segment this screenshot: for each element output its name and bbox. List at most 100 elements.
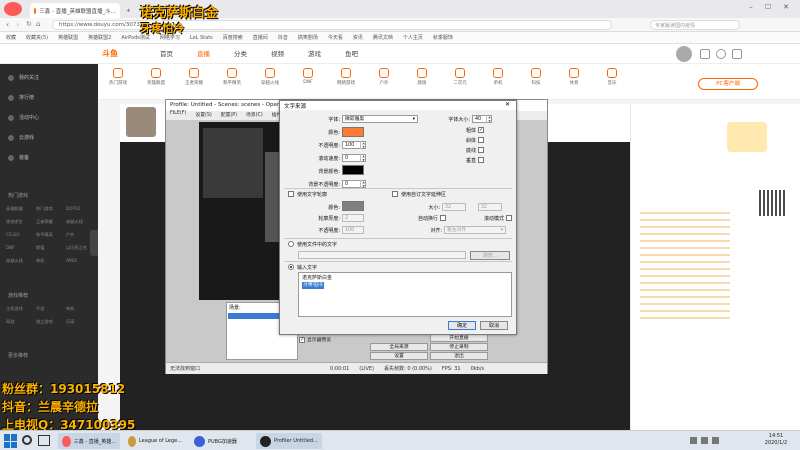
sidebar-game[interactable]: CS:GO	[6, 232, 36, 238]
font-select[interactable]: 微软雅黑 ▾	[342, 115, 418, 123]
sidebar-game[interactable]: 穿越火线	[6, 258, 36, 264]
text-color-swatch[interactable]	[342, 127, 364, 137]
category-item[interactable]: 音乐	[602, 68, 622, 99]
download-icon[interactable]	[700, 49, 710, 59]
bold-checkbox[interactable]: ✓	[478, 127, 484, 133]
bookmark[interactable]: LoL Stats	[190, 35, 213, 41]
ime-icon[interactable]	[712, 437, 719, 444]
sidebar-game[interactable]: 独立游戏	[36, 319, 66, 325]
text-input-area[interactable]: 诺克萨斯白金 牙疼怕冷	[298, 272, 512, 317]
preview-checkbox[interactable]: ✓	[299, 336, 305, 343]
browser-tab-active[interactable]: 三鑫 - 直播_英雄联盟直播_斗...	[30, 3, 120, 18]
category-item[interactable]: 英雄联盟	[146, 68, 166, 99]
streamer-avatar[interactable]	[126, 107, 156, 137]
message-icon[interactable]	[732, 49, 742, 59]
nav-game[interactable]: 游戏	[308, 48, 321, 58]
size-width-input[interactable]: 32	[442, 203, 466, 211]
bookmark[interactable]: 今天看	[328, 34, 343, 41]
ok-button[interactable]: 确定	[448, 321, 476, 330]
dialog-close-icon[interactable]: ✕	[505, 101, 510, 108]
bookmark[interactable]: 个人主页	[403, 34, 423, 41]
exit-button[interactable]: 退出	[430, 352, 488, 360]
sidebar-game[interactable]: 和平精英	[36, 232, 66, 238]
nav-yuba[interactable]: 鱼吧	[345, 48, 358, 58]
sidebar-game[interactable]: 颜值	[36, 245, 66, 251]
outline-opacity-input[interactable]: 100	[342, 226, 364, 234]
refresh-icon[interactable]: ↻	[26, 20, 32, 28]
category-item[interactable]: 二次元	[450, 68, 470, 99]
browse-button[interactable]: 浏览...	[470, 251, 510, 260]
category-item[interactable]: 和平精英	[222, 68, 242, 99]
category-item[interactable]: 科技	[526, 68, 546, 99]
obs-menu-settings[interactable]: 设置(S)	[195, 111, 211, 120]
sidebar-game[interactable]: 穿越火线	[66, 219, 96, 225]
sidebar-game[interactable]: 绝地求生	[6, 219, 36, 225]
bookmark[interactable]: 腾讯文档	[373, 34, 393, 41]
bookmark[interactable]: 秋季服饰	[433, 34, 453, 41]
close-icon[interactable]: ✕	[780, 3, 792, 13]
outline-thickness-input[interactable]: 2	[342, 214, 364, 222]
sidebar-item-rank[interactable]: 排行榜	[8, 94, 34, 101]
sidebar-game[interactable]: 热门游戏	[36, 206, 66, 212]
search-icon[interactable]	[22, 435, 32, 445]
scroll-speed-spinner[interactable]: ▲ ▼	[360, 154, 366, 162]
bookmark[interactable]: 收藏夹(5)	[26, 34, 48, 41]
use-file-radio[interactable]	[288, 241, 294, 247]
start-button[interactable]	[4, 434, 18, 448]
category-item[interactable]: 颜值	[412, 68, 432, 99]
italic-checkbox[interactable]	[478, 137, 484, 143]
category-item[interactable]: 王者荣耀	[184, 68, 204, 99]
outline-checkbox[interactable]	[288, 191, 294, 197]
home-icon[interactable]: ⌂	[36, 20, 40, 28]
network-icon[interactable]	[690, 437, 697, 444]
opacity-spinner[interactable]: ▲ ▼	[360, 141, 366, 149]
bookmark[interactable]: 英雄联盟2	[88, 34, 111, 41]
bookmark[interactable]: 百度搜索	[223, 34, 243, 41]
start-stream-button[interactable]: 开始直播	[430, 334, 488, 342]
custom-area-checkbox[interactable]	[392, 191, 398, 197]
sidebar-game[interactable]: 主机游戏	[6, 306, 36, 312]
sidebar-game[interactable]: 乐高	[66, 319, 96, 325]
history-icon[interactable]	[716, 49, 726, 59]
sidebar-game[interactable]: 单机	[66, 306, 96, 312]
gift-banner[interactable]	[727, 122, 767, 152]
sidebar-game[interactable]: 手游	[36, 306, 66, 312]
bg-opacity-spinner[interactable]: ▲ ▼	[360, 180, 366, 188]
obs-menu-profile[interactable]: 配置(P)	[221, 111, 237, 120]
sidebar-item-activity[interactable]: 活动中心	[8, 114, 39, 121]
site-logo[interactable]: 斗鱼	[102, 48, 136, 60]
taskbar-item-accelerator[interactable]: PUBG加速器	[190, 433, 252, 449]
nav-video[interactable]: 视频	[271, 48, 284, 58]
sidebar-game[interactable]: 单机	[36, 258, 66, 264]
obs-settings-button[interactable]: 设置	[370, 352, 428, 360]
category-item[interactable]: 热门游戏	[108, 68, 128, 99]
search-field[interactable]: 专家解读国内疫情	[650, 20, 740, 30]
maximize-icon[interactable]: ☐	[762, 3, 774, 13]
bg-color-swatch[interactable]	[342, 165, 364, 175]
browser-logo-icon[interactable]	[4, 2, 22, 16]
tray-icons[interactable]	[690, 437, 740, 445]
taskbar-item-obs[interactable]: Profiler Untitled...	[256, 433, 322, 449]
category-item[interactable]: 网络游戏	[336, 68, 356, 99]
bookmark[interactable]: 直播间	[253, 34, 268, 41]
category-item[interactable]: 体育	[564, 68, 584, 99]
category-item[interactable]: 户外	[374, 68, 394, 99]
font-size-spinner[interactable]: ▲ ▼	[486, 115, 492, 123]
nav-home[interactable]: 首页	[160, 48, 173, 58]
sidebar-game[interactable]: DNF	[6, 245, 36, 251]
taskbar-item-league[interactable]: League of Lege...	[124, 433, 186, 449]
file-path-input[interactable]	[298, 251, 466, 259]
category-item[interactable]: 单机	[488, 68, 508, 99]
nav-category[interactable]: 分类	[234, 48, 247, 58]
new-tab-button[interactable]: +	[122, 3, 132, 18]
obs-menu-file[interactable]: FILE(F)	[170, 111, 186, 120]
sidebar-item-equipment[interactable]: 装备	[8, 154, 29, 161]
global-sources-button[interactable]: 全局来源	[370, 343, 428, 351]
forward-icon[interactable]: ›	[16, 20, 19, 29]
bookmark[interactable]: 资讯	[353, 34, 363, 41]
scroll-mode-checkbox[interactable]	[506, 215, 512, 221]
bookmark[interactable]: 英雄联盟	[58, 34, 78, 41]
cancel-button[interactable]: 取消	[480, 321, 508, 330]
url-field[interactable]: https://www.douyu.com/307322	[52, 20, 612, 30]
sidebar-item-follow[interactable]: 我的关注	[8, 74, 39, 81]
